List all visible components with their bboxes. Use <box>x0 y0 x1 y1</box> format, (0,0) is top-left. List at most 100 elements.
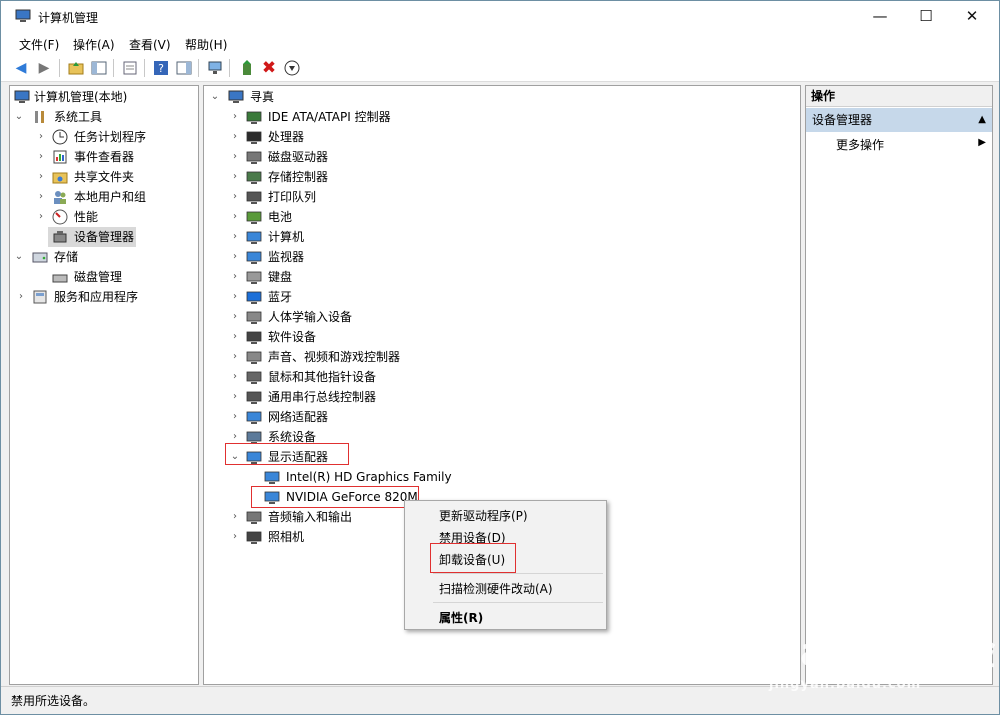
download-icon[interactable] <box>282 58 302 78</box>
device-label: 处理器 <box>268 130 305 144</box>
performance-icon <box>52 209 68 225</box>
event-viewer-icon <box>53 150 67 164</box>
chevron-right-icon[interactable]: › <box>36 167 46 187</box>
device-icon <box>246 371 262 384</box>
clock-icon <box>52 129 68 145</box>
toolbar: ◀ ▶ ? ✖ <box>1 54 999 82</box>
menu-update-driver[interactable]: 更新驱动程序(P) <box>439 507 528 524</box>
menu-bar: 文件(F) 操作(A) 查看(V) 帮助(H) <box>1 32 999 54</box>
chevron-right-icon[interactable]: › <box>230 327 240 347</box>
chevron-right-icon[interactable]: › <box>230 347 240 367</box>
disk-icon <box>52 274 68 283</box>
device-label: 照相机 <box>268 530 305 544</box>
properties-icon[interactable] <box>120 58 140 78</box>
device-icon <box>246 311 262 324</box>
action-device-manager[interactable]: 设备管理器 ▲ <box>806 108 992 132</box>
show-hide-tree-icon[interactable] <box>89 58 109 78</box>
chevron-right-icon[interactable]: › <box>230 307 240 327</box>
device-icon <box>246 131 262 144</box>
chevron-right-icon[interactable]: › <box>230 367 240 387</box>
chevron-right-icon[interactable]: › <box>230 287 240 307</box>
menu-view[interactable]: 查看(V) <box>129 36 171 53</box>
menu-help[interactable]: 帮助(H) <box>185 36 227 53</box>
action-pane-icon[interactable] <box>174 58 194 78</box>
chevron-right-icon[interactable]: › <box>230 267 240 287</box>
chevron-right-icon[interactable]: › <box>230 527 240 547</box>
services-icon <box>33 290 47 304</box>
storage-icon <box>32 252 48 263</box>
chevron-right-icon[interactable]: › <box>36 187 46 207</box>
device-icon <box>246 111 262 124</box>
device-icon <box>246 391 262 404</box>
device-icon <box>246 191 262 204</box>
device-icon <box>264 471 280 484</box>
device-label: 存储控制器 <box>268 170 329 184</box>
chevron-right-icon[interactable]: › <box>230 387 240 407</box>
forward-icon[interactable]: ▶ <box>34 58 54 78</box>
close-button[interactable]: ✕ <box>949 1 995 32</box>
minimize-button[interactable]: — <box>857 1 903 32</box>
chevron-down-icon[interactable]: ⌄ <box>14 247 24 267</box>
device-label: 声音、视频和游戏控制器 <box>268 350 401 364</box>
back-icon[interactable]: ◀ <box>11 58 31 78</box>
chevron-right-icon[interactable]: › <box>230 147 240 167</box>
computer-management-icon <box>15 9 31 22</box>
collapse-up-icon[interactable]: ▲ <box>978 108 986 132</box>
chevron-down-icon[interactable]: ⌄ <box>210 87 220 107</box>
update-driver-icon[interactable] <box>237 58 257 78</box>
maximize-button[interactable]: ☐ <box>903 1 949 32</box>
device-label: 人体学输入设备 <box>268 310 353 324</box>
scan-hardware-icon[interactable] <box>205 58 225 78</box>
chevron-right-icon[interactable]: › <box>230 227 240 247</box>
highlight-display-adapters <box>225 443 349 465</box>
device-icon <box>246 231 262 244</box>
menu-file[interactable]: 文件(F) <box>19 36 59 53</box>
tools-icon <box>35 111 44 123</box>
console-tree-pane: 计算机管理(本地) ⌄ 系统工具 › 任务计划程序 › 事件查看器 › 共享文件… <box>9 85 199 685</box>
action-more-actions[interactable]: 更多操作 <box>836 136 884 153</box>
device-icon <box>246 411 262 424</box>
device-icon <box>246 251 262 264</box>
chevron-right-icon[interactable]: › <box>36 207 46 227</box>
up-folder-icon[interactable] <box>66 58 86 78</box>
chevron-right-icon[interactable]: › <box>230 107 240 127</box>
chevron-right-icon[interactable]: › <box>230 127 240 147</box>
context-menu: 更新驱动程序(P) 禁用设备(D) 卸载设备(U) 扫描检测硬件改动(A) 属性… <box>404 500 607 630</box>
svg-text:?: ? <box>158 62 164 75</box>
device-label: 通用串行总线控制器 <box>268 390 377 404</box>
device-icon <box>246 351 262 364</box>
chevron-right-icon[interactable]: › <box>230 187 240 207</box>
uninstall-icon[interactable]: ✖ <box>259 58 279 78</box>
device-label: 磁盘驱动器 <box>268 150 329 164</box>
chevron-right-icon[interactable]: › <box>230 207 240 227</box>
window-title: 计算机管理 <box>38 11 99 25</box>
computer-icon <box>228 90 244 103</box>
computer-management-window: 计算机管理 — ☐ ✕ 文件(F) 操作(A) 查看(V) 帮助(H) ◀ ▶ … <box>0 0 1000 715</box>
device-icon <box>246 271 262 284</box>
chevron-right-icon[interactable]: › <box>36 127 46 147</box>
chevron-right-icon[interactable]: › <box>16 287 26 307</box>
device-label: 监视器 <box>268 250 305 264</box>
device-manager-icon <box>53 231 67 243</box>
chevron-right-icon[interactable]: › <box>36 147 46 167</box>
status-text: 禁用所选设备。 <box>11 694 96 708</box>
menu-action[interactable]: 操作(A) <box>73 36 115 53</box>
computer-management-icon <box>14 90 30 103</box>
chevron-right-icon[interactable]: › <box>230 407 240 427</box>
device-label: 软件设备 <box>268 330 317 344</box>
device-label: 计算机 <box>268 230 305 244</box>
chevron-right-icon[interactable]: › <box>230 507 240 527</box>
menu-scan-hardware[interactable]: 扫描检测硬件改动(A) <box>439 580 553 597</box>
baidu-watermark-logo: Bai du 经验 <box>771 630 996 674</box>
help-icon[interactable]: ? <box>151 58 171 78</box>
menu-properties[interactable]: 属性(R) <box>439 609 483 626</box>
device-label: 键盘 <box>268 270 293 284</box>
tree-item-device-manager[interactable]: 设备管理器 <box>48 227 136 247</box>
device-label: 音频输入和输出 <box>268 510 353 524</box>
chevron-right-icon[interactable]: ▶ <box>978 137 986 148</box>
device-label: 鼠标和其他指针设备 <box>268 370 377 384</box>
chevron-down-icon[interactable]: ⌄ <box>14 107 24 127</box>
chevron-right-icon[interactable]: › <box>230 247 240 267</box>
chevron-right-icon[interactable]: › <box>230 167 240 187</box>
actions-pane: 操作 设备管理器 ▲ 更多操作 ▶ <box>805 85 993 685</box>
